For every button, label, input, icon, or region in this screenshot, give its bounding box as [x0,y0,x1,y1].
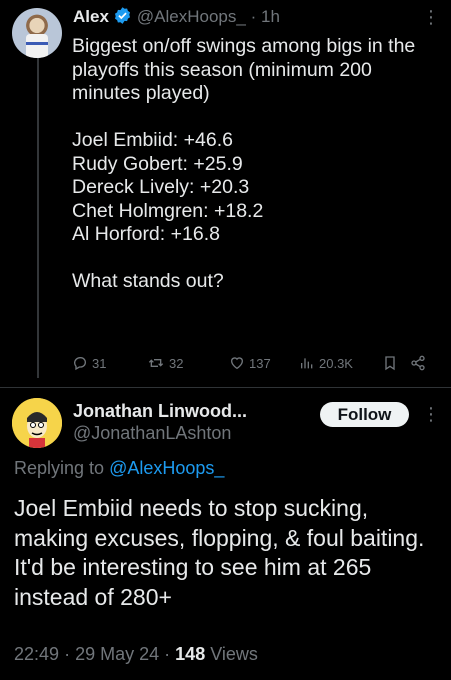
repost-button[interactable]: 32 [147,352,183,374]
avatar-jersey-stripe [26,42,48,45]
separator-dot: · [246,7,261,26]
reply-date[interactable]: 29 May 24 [75,644,159,664]
list-item: Joel Embiid: +46.6 [72,129,233,151]
views-button[interactable]: 20.3K [299,352,353,374]
repost-icon [147,355,165,371]
avatar-jersey [26,34,48,58]
cartoon-avatar-icon [12,398,62,448]
replying-to-handle[interactable]: @AlexHoops_ [109,458,224,478]
more-options-icon[interactable]: ⋮ [422,405,440,423]
meta-separator: · [64,644,71,664]
reply-meta: 22:49 · 29 May 24 · 148 Views [14,642,258,666]
reply-views-label: Views [210,644,258,664]
author-name[interactable]: Alex [73,7,109,26]
replying-to-prefix: Replying to [14,458,110,478]
separator: · [250,7,257,26]
bookmark-icon [383,355,397,371]
list-item: Rudy Gobert: +25.9 [72,152,243,175]
views-chart-icon [299,355,315,371]
tweet-text: Biggest on/off swings among bigs in the … [72,35,437,294]
tweet-outro: What stands out? [72,270,224,292]
list-item: Al Horford: +16.8 [72,223,220,245]
view-count: 20.3K [319,355,353,371]
like-button[interactable]: 137 [229,352,271,374]
meta-separator: · [164,644,171,664]
follow-button[interactable]: Follow [320,402,409,427]
more-options-icon[interactable]: ⋮ [422,8,440,26]
author-avatar[interactable] [12,8,62,58]
list-item: Chet Holmgren: +18.2 [72,199,264,222]
tweet-intro: Biggest on/off swings among bigs in the … [72,35,416,104]
heart-icon [229,355,245,371]
reply-time[interactable]: 22:49 [14,644,59,664]
share-icon [410,355,426,371]
verified-badge-icon [113,6,132,32]
bookmark-button[interactable] [383,352,397,374]
reply-author-handle[interactable]: @JonathanLAshton [73,421,231,445]
reply-author-avatar[interactable] [12,398,62,448]
reply-button[interactable]: 31 [72,352,106,374]
share-button[interactable] [410,352,426,374]
tweet-header: Alex @AlexHoops_ · 1h [73,5,280,32]
tweet-time[interactable]: 1h [261,7,280,26]
reply-count: 31 [92,355,107,371]
reply-text: Joel Embiid needs to stop sucking, makin… [14,495,425,610]
repost-count: 32 [169,355,184,371]
action-bar: 31 32 137 20.3K [72,352,442,374]
thread-line [37,58,39,378]
reply-icon [72,355,88,371]
author-handle[interactable]: @AlexHoops_ [137,7,246,26]
reply-author-name[interactable]: Jonathan Linwood... [73,399,247,423]
divider [0,387,451,388]
replying-to: Replying to @AlexHoops_ [14,456,224,480]
like-count: 137 [249,355,271,371]
list-item: Dereck Lively: +20.3 [72,176,250,198]
reply-views-count: 148 [175,644,206,664]
